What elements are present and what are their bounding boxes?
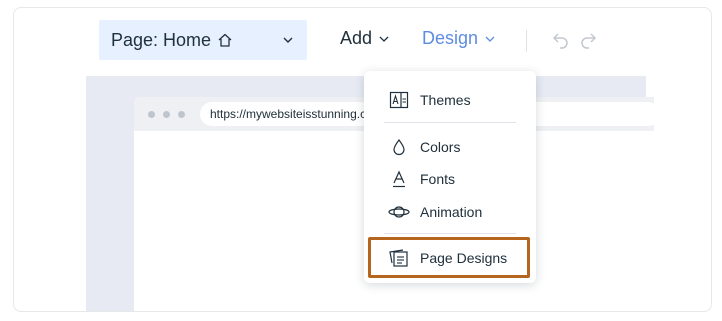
window-dot — [178, 111, 185, 118]
themes-icon — [388, 89, 410, 111]
chevron-down-icon — [378, 33, 390, 45]
toolbar-divider — [526, 30, 527, 52]
chevron-down-icon — [281, 33, 295, 47]
add-label: Add — [340, 28, 373, 48]
chevron-down-icon — [484, 33, 496, 45]
menu-item-themes[interactable]: Themes — [364, 85, 536, 115]
menu-item-page-designs[interactable]: Page Designs — [364, 243, 536, 273]
menu-item-label: Fonts — [420, 171, 456, 187]
planet-icon — [388, 201, 410, 223]
undo-icon — [549, 32, 571, 57]
redo-button[interactable] — [578, 32, 600, 57]
menu-separator — [384, 233, 516, 234]
window-dot — [148, 111, 155, 118]
editor-frame: Page: Home Add Design https://mywebsitei… — [13, 7, 712, 312]
menu-separator — [384, 122, 516, 123]
menu-item-label: Page Designs — [420, 250, 508, 266]
page-select-dropdown[interactable]: Page: Home — [99, 20, 307, 60]
page-select-label: Page: Home — [111, 29, 212, 50]
design-menu-button[interactable]: Design — [422, 28, 496, 49]
menu-item-label: Themes — [420, 92, 471, 108]
window-dot — [163, 111, 170, 118]
page-designs-icon — [388, 247, 410, 269]
design-label: Design — [422, 28, 479, 48]
menu-item-animation[interactable]: Animation — [364, 197, 536, 227]
font-icon — [388, 168, 410, 190]
droplet-icon — [388, 136, 410, 158]
menu-item-label: Colors — [420, 139, 461, 155]
menu-item-colors[interactable]: Colors — [364, 132, 536, 162]
redo-icon — [578, 32, 600, 57]
menu-item-fonts[interactable]: Fonts — [364, 164, 536, 194]
menu-item-label: Animation — [420, 204, 483, 220]
undo-button[interactable] — [549, 32, 571, 57]
add-menu-button[interactable]: Add — [340, 28, 390, 49]
design-dropdown-menu: Themes Colors Fonts Animation Page Desig… — [364, 71, 536, 283]
home-icon — [217, 32, 233, 48]
